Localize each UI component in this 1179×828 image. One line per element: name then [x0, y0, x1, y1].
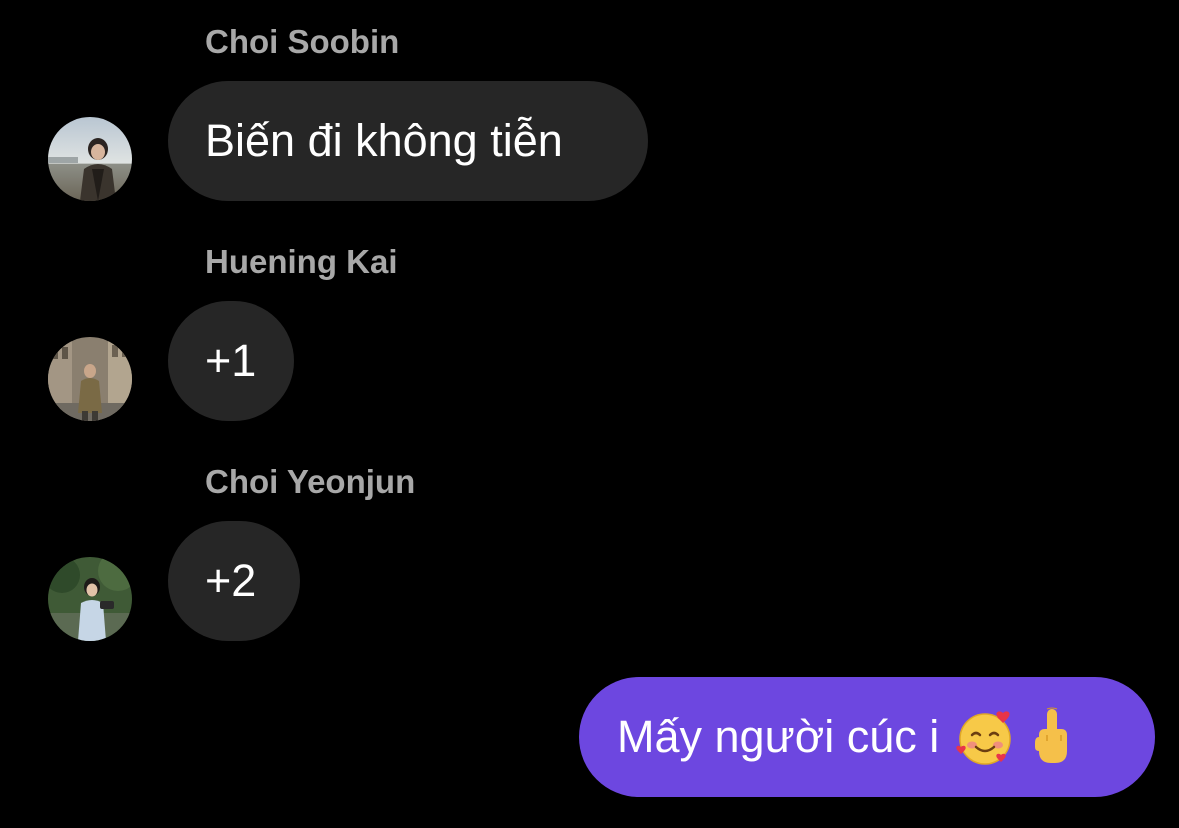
sender-name-choi-soobin: Choi Soobin: [205, 23, 400, 60]
avatar-huening-kai[interactable]: [48, 337, 132, 421]
message-bubble-choi-soobin[interactable]: Biến đi không tiễn: [168, 81, 648, 201]
sender-name-huening-kai: Huening Kai: [205, 243, 398, 280]
avatar-choi-soobin[interactable]: [48, 117, 132, 201]
message-text: +1: [205, 335, 257, 386]
sender-name-choi-yeonjun: Choi Yeonjun: [205, 463, 416, 500]
outgoing-message-bubble[interactable]: Mấy người cúc i: [579, 677, 1155, 797]
smiling-face-with-hearts-icon: [955, 707, 1015, 767]
message-bubble-huening-kai[interactable]: +1: [168, 301, 294, 421]
huening-kai-avatar-icon: [48, 337, 132, 421]
outgoing-message-text: Mấy người cúc i: [617, 711, 940, 762]
message-text: Biến đi không tiễn: [205, 115, 563, 166]
avatar-choi-yeonjun[interactable]: [48, 557, 132, 641]
middle-finger-icon: [1031, 707, 1075, 767]
message-bubble-choi-yeonjun[interactable]: +2: [168, 521, 300, 641]
yeonjun-avatar-icon: [48, 557, 132, 641]
message-text: +2: [205, 555, 257, 606]
soobin-avatar-icon: [48, 117, 132, 201]
